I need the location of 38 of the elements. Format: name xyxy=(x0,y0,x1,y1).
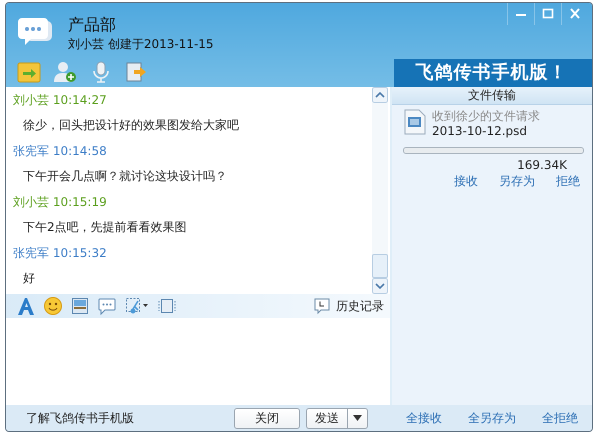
message-header: 刘小芸 10:15:19 xyxy=(13,194,108,210)
add-person-icon[interactable] xyxy=(53,61,77,83)
file-action-link[interactable]: 拒绝 xyxy=(556,173,580,190)
bulk-action-link[interactable]: 全接收 xyxy=(406,410,442,426)
message-header: 刘小芸 10:14:27 xyxy=(13,92,108,108)
panel-title: 文件传输 xyxy=(392,87,592,105)
promo-link[interactable]: 了解飞鸽传书手机版 xyxy=(26,410,134,426)
send-button[interactable]: 发送 xyxy=(306,408,347,428)
message-text: 好 xyxy=(22,270,36,287)
font-icon[interactable] xyxy=(16,296,36,316)
message-text: 下午开会几点啊？就讨论这块设计吗？ xyxy=(22,168,228,185)
message-text: 徐少，回头把设计好的效果图发给大家吧 xyxy=(22,117,240,134)
bulk-action-link[interactable]: 全拒绝 xyxy=(542,410,578,426)
scroll-down-icon[interactable] xyxy=(372,278,388,294)
message-header: 张宪军 10:15:32 xyxy=(13,245,108,261)
bulk-action-link[interactable]: 全另存为 xyxy=(468,410,516,426)
promo-banner[interactable]: 飞鸽传书手机版！ xyxy=(394,59,592,87)
file-size: 169.34K xyxy=(516,157,568,173)
caret-icon xyxy=(353,415,362,421)
history-button[interactable]: 历史记录 xyxy=(313,297,384,315)
scrollbar-thumb[interactable] xyxy=(372,254,388,278)
window-title: 产品部 xyxy=(68,15,117,35)
image-icon[interactable] xyxy=(70,296,90,316)
request-text: 收到徐少的文件请求 xyxy=(432,109,540,124)
file-action-link[interactable]: 另存为 xyxy=(499,173,535,190)
message-text: 下午2点吧，先提前看看效果图 xyxy=(22,219,188,236)
scroll-up-icon[interactable] xyxy=(372,87,388,103)
file-action-link[interactable]: 接收 xyxy=(454,173,478,190)
clock-bubble-icon xyxy=(313,297,331,315)
file-name: 2013-10-12.psd xyxy=(432,124,528,139)
window-subtitle: 刘小芸 创建于2013-11-15 xyxy=(68,36,215,53)
smiley-icon[interactable] xyxy=(43,296,63,316)
message-bubble-icon[interactable] xyxy=(97,296,117,316)
image-file-icon xyxy=(404,109,426,135)
close-button[interactable]: 关闭 xyxy=(234,408,300,428)
film-frame-icon[interactable] xyxy=(157,296,177,316)
message-header: 张宪军 10:14:58 xyxy=(13,143,108,159)
send-options-button[interactable] xyxy=(347,408,368,428)
